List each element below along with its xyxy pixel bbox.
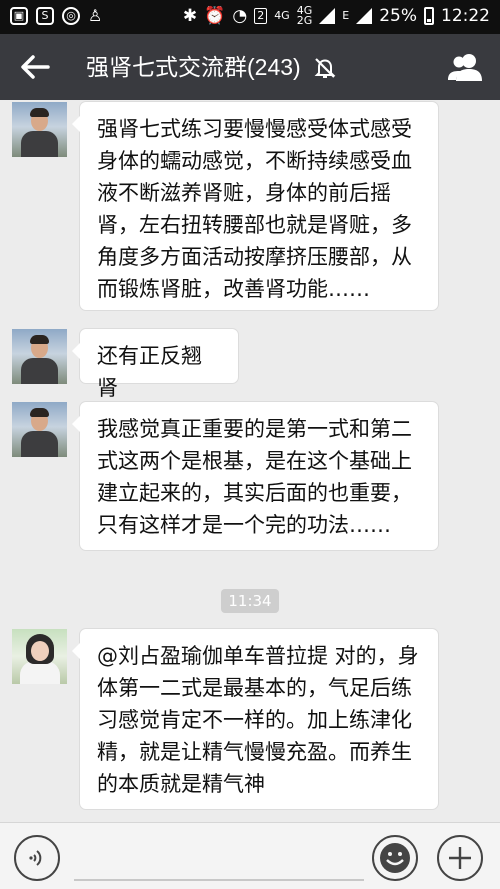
message-text: 还有正反翘肾	[97, 344, 202, 400]
message-text: 强肾七式练习要慢慢感受体式感受身体的蠕动感觉，不断持续感受血液不断滋养肾赃，身体…	[97, 117, 412, 301]
battery-percent: 25%	[379, 6, 417, 26]
network-type: 4G	[274, 9, 290, 22]
message-bubble[interactable]: 我感觉真正重要的是第一式和第二式这两个是根基，是在这个基础上建立起来的，其实后面…	[72, 402, 438, 550]
message-bubble[interactable]: 还有正反翘肾	[72, 329, 238, 400]
timestamp: 11:34	[221, 589, 279, 613]
avatar[interactable]	[12, 629, 67, 684]
back-arrow-icon[interactable]	[18, 50, 52, 84]
signal-icon	[319, 8, 336, 24]
message-bubble[interactable]: @刘占盈瑜伽单车普拉提 对的，身体第一二式是最基本的，气足后练习感觉肯定不一样的…	[72, 629, 438, 809]
chat-header: 强肾七式交流群(243)	[0, 34, 500, 100]
battery-icon	[424, 7, 434, 25]
camera-app-icon: ◎	[62, 7, 80, 25]
avatar[interactable]	[12, 402, 67, 457]
edge-label: E	[342, 9, 350, 22]
person-icon: ♙	[88, 6, 103, 25]
sim-badge: 2	[254, 8, 268, 24]
group-members-icon[interactable]	[446, 50, 486, 84]
system-icons: ✱ ⏰ ◔ 2 4G 4G 2G E 25% 12:22	[182, 4, 490, 27]
avatar[interactable]	[12, 329, 67, 384]
signal-icon-2	[356, 8, 373, 24]
wifi-icon: ◔	[232, 6, 248, 26]
voice-input-icon[interactable]	[14, 835, 60, 881]
avatar[interactable]	[12, 102, 67, 157]
input-bar	[0, 822, 500, 889]
message-list[interactable]: 强肾七式练习要慢慢感受体式感受身体的蠕动感觉，不断持续感受血液不断滋养肾赃，身体…	[0, 100, 500, 822]
s-app-icon: S	[36, 7, 54, 25]
muted-bell-icon	[313, 56, 337, 80]
network-type-2: 4G 2G	[296, 4, 313, 27]
clock: 12:22	[441, 6, 490, 26]
message-text: @刘占盈瑜伽单车普拉提 对的，身体第一二式是最基本的，气足后练习感觉肯定不一样的…	[97, 644, 419, 796]
page-title: 强肾七式交流群(243)	[86, 54, 301, 80]
plus-icon[interactable]	[437, 835, 483, 881]
alarm-icon: ⏰	[204, 6, 226, 26]
message-input[interactable]	[74, 835, 364, 881]
message-bubble[interactable]: 强肾七式练习要慢慢感受体式感受身体的蠕动感觉，不断持续感受血液不断滋养肾赃，身体…	[72, 102, 438, 310]
status-bar: ▣ S ◎ ♙ ✱ ⏰ ◔ 2 4G 4G 2G E 25% 12:22	[0, 0, 500, 34]
notification-icons: ▣ S ◎ ♙	[10, 7, 102, 25]
emoji-icon[interactable]	[372, 835, 418, 881]
message-text: 我感觉真正重要的是第一式和第二式这两个是根基，是在这个基础上建立起来的，其实后面…	[97, 417, 412, 537]
bluetooth-icon: ✱	[182, 6, 198, 26]
image-icon: ▣	[10, 7, 28, 25]
